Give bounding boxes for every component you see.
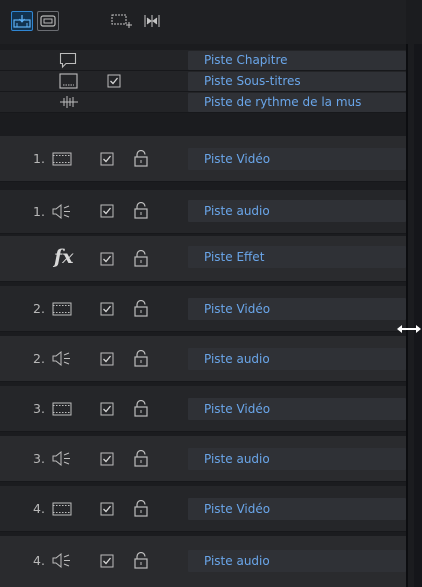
track-number: 3. (33, 451, 45, 466)
checkbox-icon[interactable] (100, 502, 114, 516)
track-label[interactable]: Piste de rythme de la mus (188, 93, 406, 112)
video-track-icon (52, 152, 72, 166)
track-number: 1. (33, 204, 45, 219)
track-row-audio-4: 4. Piste audio (0, 536, 406, 587)
resize-cursor-icon (397, 325, 421, 333)
track-label[interactable]: Piste audio (188, 200, 406, 222)
track-label[interactable]: Piste audio (188, 550, 406, 572)
unlock-icon[interactable] (134, 350, 148, 367)
track-number: 3. (33, 401, 45, 416)
fx-icon: fx (54, 246, 74, 268)
screen-icon[interactable] (37, 11, 59, 31)
track-number: 4. (33, 553, 45, 568)
track-row-video-1: 1. Piste Vidéo (0, 136, 406, 182)
checkbox-icon[interactable] (100, 302, 114, 316)
speaker-icon (52, 553, 70, 568)
track-row-subtitles: Piste Sous-titres (0, 71, 406, 92)
track-label[interactable]: Piste Effet (188, 246, 406, 268)
timeline-toolbar (0, 0, 422, 44)
unlock-icon[interactable] (134, 300, 148, 317)
track-label[interactable]: Piste audio (188, 448, 406, 470)
ruler-edge (406, 0, 422, 44)
track-row-rhythm: Piste de rythme de la mus (0, 92, 406, 113)
track-view-icon[interactable] (11, 11, 33, 31)
checkbox-icon[interactable] (100, 452, 114, 466)
video-track-icon (52, 402, 72, 416)
video-track-icon (52, 302, 72, 316)
speaker-icon (52, 204, 70, 219)
track-number: 2. (33, 301, 45, 316)
checkbox-icon[interactable] (100, 152, 114, 166)
video-track-icon (52, 502, 72, 516)
unlock-icon[interactable] (134, 450, 148, 467)
unlock-icon[interactable] (134, 552, 148, 569)
chapter-icon (59, 52, 77, 69)
checkbox-icon[interactable] (107, 74, 121, 88)
track-label[interactable]: Piste Vidéo (188, 498, 406, 520)
unlock-icon[interactable] (134, 250, 148, 267)
unlock-icon[interactable] (134, 500, 148, 517)
track-row-video-2: 2. Piste Vidéo (0, 286, 406, 332)
track-row-audio-2: 2. Piste audio (0, 336, 406, 382)
track-label[interactable]: Piste Vidéo (188, 148, 406, 170)
fit-tracks-icon[interactable] (140, 11, 164, 31)
track-label[interactable]: Piste Vidéo (188, 298, 406, 320)
track-row-audio-1: 1. Piste audio (0, 190, 406, 234)
checkbox-icon[interactable] (100, 554, 114, 568)
unlock-icon[interactable] (134, 150, 148, 167)
track-row-effect: fx Piste Effet (0, 236, 406, 282)
track-label[interactable]: Piste Vidéo (188, 398, 406, 420)
checkbox-icon[interactable] (100, 204, 114, 218)
add-track-icon[interactable] (110, 11, 134, 31)
unlock-icon[interactable] (134, 400, 148, 417)
speaker-icon (52, 351, 70, 366)
track-row-video-4: 4. Piste Vidéo (0, 486, 406, 532)
track-row-video-3: 3. Piste Vidéo (0, 386, 406, 432)
checkbox-icon[interactable] (100, 402, 114, 416)
unlock-icon[interactable] (134, 202, 148, 219)
track-number: 1. (33, 151, 45, 166)
track-number: 4. (33, 501, 45, 516)
timeline-edge (414, 44, 422, 587)
checkbox-icon[interactable] (100, 252, 114, 266)
track-row-audio-3: 3. Piste audio (0, 436, 406, 482)
track-label[interactable]: Piste Sous-titres (188, 72, 406, 91)
speaker-icon (52, 451, 70, 466)
checkbox-icon[interactable] (100, 352, 114, 366)
track-label[interactable]: Piste Chapitre (188, 51, 406, 70)
panel-divider[interactable] (406, 44, 408, 587)
beat-waveform-icon (60, 96, 78, 108)
track-label[interactable]: Piste audio (188, 348, 406, 370)
subtitle-track-icon (59, 73, 78, 89)
track-row-chapter: Piste Chapitre (0, 50, 406, 71)
track-number: 2. (33, 351, 45, 366)
